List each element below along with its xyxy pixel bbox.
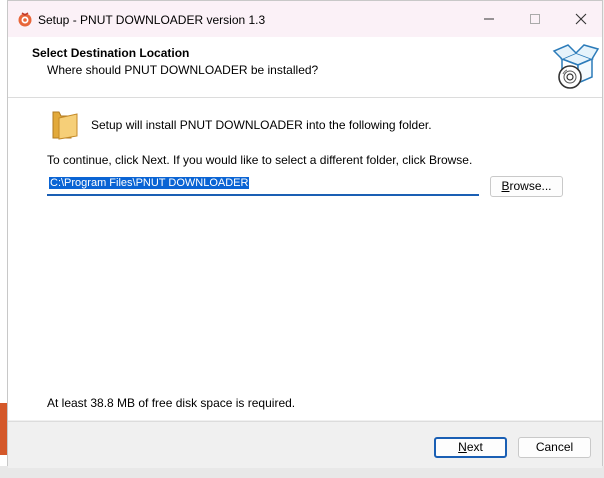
page-title: Select Destination Location [32, 46, 190, 60]
destination-path-value: C:\Program Files\PNUT DOWNLOADER [49, 177, 250, 189]
next-label: ext [466, 440, 483, 454]
setup-window: Setup - PNUT DOWNLOADER version 1.3 Sele… [7, 0, 603, 468]
maximize-button[interactable] [512, 1, 558, 37]
window-title: Setup - PNUT DOWNLOADER version 1.3 [38, 13, 266, 27]
browse-label-mnemonic: B [501, 179, 510, 193]
install-box-icon [552, 44, 600, 89]
browse-button[interactable]: Browse... [490, 176, 563, 197]
minimize-icon [484, 18, 494, 20]
cancel-button[interactable]: Cancel [518, 437, 591, 458]
close-button[interactable] [558, 1, 604, 37]
browse-label: rowse... [509, 179, 552, 193]
maximize-icon [530, 14, 540, 24]
wizard-content: Setup will install PNUT DOWNLOADER into … [8, 98, 602, 420]
wizard-header: Select Destination Location Where should… [8, 37, 602, 98]
wizard-footer: Next Cancel [8, 421, 602, 468]
minimize-button[interactable] [466, 1, 512, 37]
folder-icon [52, 111, 78, 140]
close-icon [575, 13, 587, 25]
setup-app-icon [18, 12, 32, 27]
page-subtitle: Where should PNUT DOWNLOADER be installe… [47, 63, 319, 77]
destination-path-input[interactable]: C:\Program Files\PNUT DOWNLOADER [47, 176, 479, 196]
continue-instructions: To continue, click Next. If you would li… [47, 153, 473, 167]
install-location-text: Setup will install PNUT DOWNLOADER into … [91, 118, 432, 132]
disk-space-text: At least 38.8 MB of free disk space is r… [47, 396, 296, 410]
next-label-mnemonic: N [458, 440, 467, 454]
next-button[interactable]: Next [434, 437, 507, 458]
title-bar[interactable]: Setup - PNUT DOWNLOADER version 1.3 [8, 1, 602, 37]
